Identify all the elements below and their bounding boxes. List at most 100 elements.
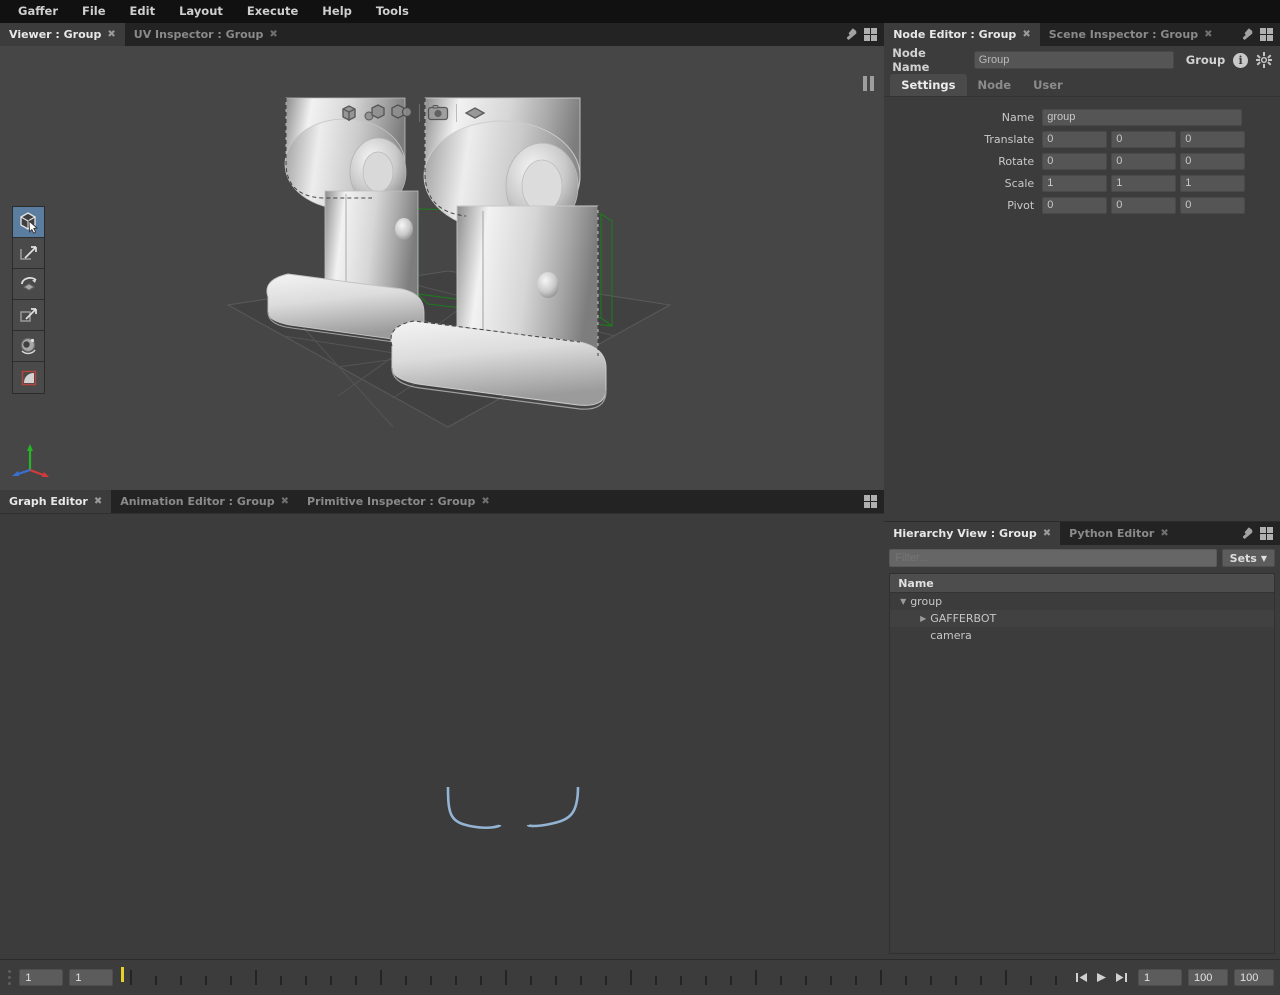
viewer-3d-viewport[interactable]: [0, 46, 885, 490]
param-rotate-x[interactable]: [1042, 152, 1108, 170]
twisty-expanded-icon[interactable]: ▼: [896, 597, 910, 606]
graph-editor-tabbar: Graph Editor ✖ Animation Editor : Group …: [0, 490, 885, 513]
filter-input[interactable]: [889, 549, 1217, 567]
graph-editor-tabbar-actions: [864, 490, 884, 513]
param-row-rotate: Rotate: [884, 150, 1268, 172]
hierarchy-body: Sets ▼ Name ▼ group ▶: [884, 545, 1280, 959]
hierarchy-tree[interactable]: Name ▼ group ▶ GAFFERBOT camera: [889, 573, 1275, 954]
tab-uv-inspector-group[interactable]: UV Inspector : Group ✖: [124, 23, 287, 46]
info-icon[interactable]: i: [1233, 52, 1248, 68]
param-scale-y[interactable]: [1111, 174, 1177, 192]
sets-label: Sets: [1229, 551, 1257, 565]
close-icon[interactable]: ✖: [1043, 528, 1051, 539]
translate-tool-button[interactable]: [13, 238, 44, 269]
menu-item-edit[interactable]: Edit: [118, 0, 168, 23]
menu-item-gaffer[interactable]: Gaffer: [6, 0, 70, 23]
menu-item-tools[interactable]: Tools: [364, 0, 421, 23]
param-translate-y[interactable]: [1111, 130, 1177, 148]
playback-frame-input[interactable]: [1138, 969, 1182, 986]
shading-flat-icon[interactable]: [364, 102, 386, 124]
sets-dropdown-button[interactable]: Sets ▼: [1221, 549, 1275, 567]
crop-window-tool-button[interactable]: [13, 362, 44, 393]
close-icon[interactable]: ✖: [281, 496, 289, 507]
range-end-input[interactable]: [1234, 969, 1274, 986]
layout-grid-icon[interactable]: [1260, 527, 1273, 540]
node-graph-canvas[interactable]: SceneReader Camera Group: [0, 513, 885, 959]
shading-wireframe-icon[interactable]: [338, 102, 360, 124]
tree-row-group[interactable]: ▼ group: [890, 593, 1274, 610]
tab-label: Primitive Inspector : Group: [307, 495, 476, 508]
viewer-pause-button[interactable]: [860, 74, 876, 92]
param-name-input[interactable]: [1042, 108, 1243, 126]
node-name-row: Node Name Group i: [884, 46, 1280, 74]
camera-icon[interactable]: [427, 102, 449, 124]
left-column: Viewer : Group ✖ UV Inspector : Group ✖: [0, 23, 885, 959]
axis-orientation-gizmo: [8, 440, 52, 480]
jump-to-end-button[interactable]: [1115, 971, 1128, 984]
timeline-grab-handle[interactable]: [6, 967, 13, 989]
start-frame-input[interactable]: [19, 969, 64, 986]
end-frame-input[interactable]: [1188, 969, 1228, 986]
tab-python-editor[interactable]: Python Editor ✖: [1060, 522, 1178, 545]
tab-scene-inspector[interactable]: Scene Inspector : Group ✖: [1039, 23, 1222, 46]
hierarchy-tabbar-actions: [1241, 522, 1280, 545]
layout-grid-icon[interactable]: [864, 28, 878, 41]
current-frame-input[interactable]: [69, 969, 114, 986]
camera-tool-button[interactable]: [13, 331, 44, 362]
layout-grid-icon[interactable]: [864, 495, 878, 508]
subtab-settings[interactable]: Settings: [890, 74, 967, 96]
select-tool-button[interactable]: [13, 207, 44, 238]
grid-toggle-icon[interactable]: [464, 102, 486, 124]
close-icon[interactable]: ✖: [269, 29, 277, 40]
timeline-ruler[interactable]: [119, 966, 1065, 990]
gear-icon[interactable]: [1256, 52, 1272, 68]
menu-item-help[interactable]: Help: [310, 0, 364, 23]
param-pivot-x[interactable]: [1042, 196, 1108, 214]
param-pivot-z[interactable]: [1180, 196, 1246, 214]
tab-label: Python Editor: [1069, 527, 1155, 540]
param-rotate-z[interactable]: [1180, 152, 1246, 170]
param-scale-x[interactable]: [1042, 174, 1108, 192]
node-name-input[interactable]: [973, 51, 1174, 69]
param-translate-z[interactable]: [1180, 130, 1246, 148]
param-pivot-y[interactable]: [1111, 196, 1177, 214]
close-icon[interactable]: ✖: [1022, 29, 1030, 40]
layout-grid-icon[interactable]: [1260, 28, 1273, 41]
pin-icon[interactable]: [845, 29, 857, 41]
play-button[interactable]: [1095, 971, 1108, 984]
tree-row-camera[interactable]: camera: [890, 627, 1274, 644]
rotate-tool-button[interactable]: [13, 269, 44, 300]
twisty-collapsed-icon[interactable]: ▶: [916, 614, 930, 623]
tab-node-editor[interactable]: Node Editor : Group ✖: [884, 23, 1040, 46]
param-translate-x[interactable]: [1042, 130, 1108, 148]
menu-item-layout[interactable]: Layout: [167, 0, 235, 23]
scale-tool-button[interactable]: [13, 300, 44, 331]
param-scale-z[interactable]: [1180, 174, 1246, 192]
param-label: Translate: [984, 132, 1035, 146]
close-icon[interactable]: ✖: [1160, 528, 1168, 539]
chevron-down-icon: ▼: [1260, 553, 1267, 563]
close-icon[interactable]: ✖: [481, 496, 489, 507]
pin-icon[interactable]: [1241, 29, 1253, 41]
menu-item-execute[interactable]: Execute: [235, 0, 310, 23]
subtab-user[interactable]: User: [1022, 74, 1074, 96]
subtab-node[interactable]: Node: [967, 74, 1023, 96]
param-rotate-y[interactable]: [1111, 152, 1177, 170]
shading-solid-icon[interactable]: [390, 102, 412, 124]
tab-label: Viewer : Group: [9, 28, 102, 41]
timeline-playhead[interactable]: [121, 966, 125, 982]
close-icon[interactable]: ✖: [107, 29, 115, 40]
tab-primitive-inspector[interactable]: Primitive Inspector : Group ✖: [298, 490, 499, 513]
param-row-translate: Translate: [884, 128, 1268, 150]
menu-item-file[interactable]: File: [70, 0, 118, 23]
close-icon[interactable]: ✖: [1204, 29, 1212, 40]
jump-to-start-button[interactable]: [1075, 971, 1088, 984]
tab-graph-editor[interactable]: Graph Editor ✖: [0, 490, 112, 513]
close-icon[interactable]: ✖: [94, 496, 102, 507]
pin-icon[interactable]: [1241, 528, 1253, 540]
tab-animation-editor[interactable]: Animation Editor : Group ✖: [111, 490, 299, 513]
tab-hierarchy-view[interactable]: Hierarchy View : Group ✖: [884, 522, 1061, 545]
tree-row-gafferbot[interactable]: ▶ GAFFERBOT: [890, 610, 1274, 627]
tab-viewer-group[interactable]: Viewer : Group ✖: [0, 23, 125, 46]
tree-row-label: GAFFERBOT: [930, 612, 997, 625]
